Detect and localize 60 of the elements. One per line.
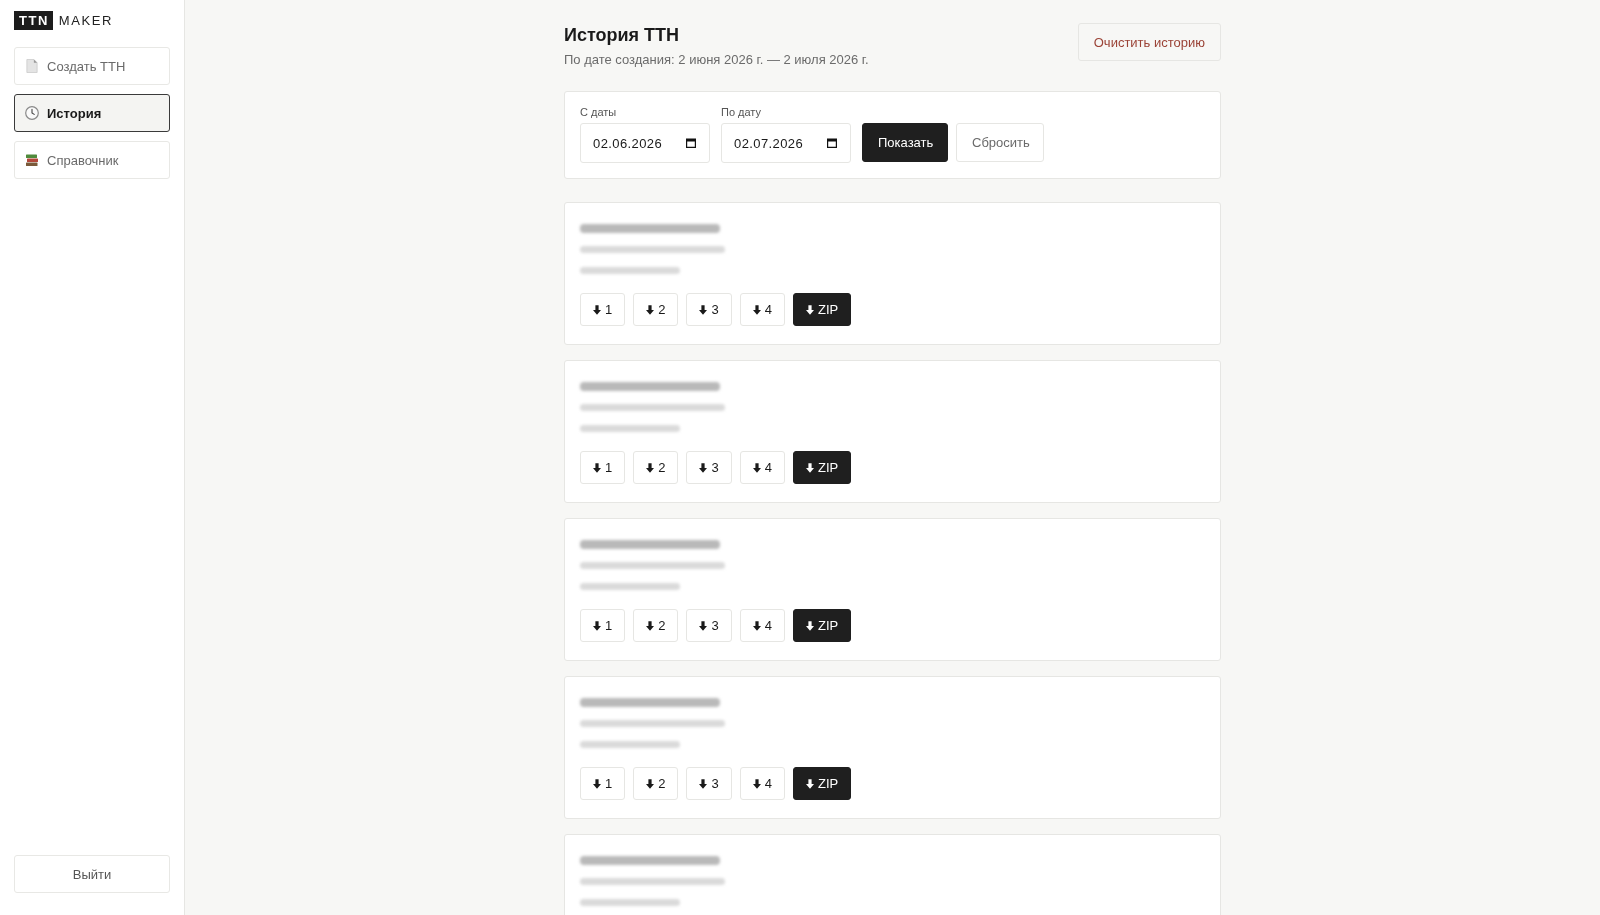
download-icon xyxy=(805,620,814,631)
books-icon xyxy=(25,153,39,167)
download-icon xyxy=(752,462,761,473)
date-field[interactable]: 02.07.2026 xyxy=(721,123,851,163)
download-button[interactable]: 3 xyxy=(686,609,732,642)
download-button[interactable]: 2 xyxy=(633,609,679,642)
document-icon xyxy=(25,59,39,73)
download-button[interactable]: 3 xyxy=(686,451,732,484)
download-icon xyxy=(646,462,655,473)
download-icon xyxy=(805,462,814,473)
page-title: История ТТН xyxy=(564,24,681,46)
calendar-icon xyxy=(685,137,697,149)
download-button[interactable]: 1 xyxy=(580,609,626,642)
download-button[interactable]: ZIP xyxy=(792,767,852,800)
download-icon xyxy=(593,620,601,631)
date-range-text: По дате создания: 2 июня 2026 г. — 2 июля 2026 г. xyxy=(564,52,869,68)
download-button[interactable]: 1 xyxy=(580,293,626,326)
calendar-icon xyxy=(826,137,838,149)
download-button[interactable]: 4 xyxy=(739,767,785,800)
reset-button[interactable]: Сбросить xyxy=(956,123,1044,162)
clear-history-button[interactable]: Очистить историю xyxy=(1077,23,1221,61)
nav-item[interactable]: История xyxy=(14,94,170,132)
nav-item[interactable]: Справочник xyxy=(14,141,170,179)
download-icon xyxy=(646,778,655,789)
download-icon xyxy=(699,304,708,315)
download-button[interactable]: ZIP xyxy=(792,609,852,642)
download-button[interactable]: ZIP xyxy=(792,451,852,484)
download-icon xyxy=(646,620,655,631)
nav-item[interactable]: Создать ТТН xyxy=(14,47,170,85)
download-icon xyxy=(699,778,708,789)
download-icon xyxy=(646,304,655,315)
download-icon xyxy=(593,462,601,473)
clock-icon xyxy=(25,106,39,120)
download-icon xyxy=(805,304,814,315)
download-icon xyxy=(752,778,761,789)
download-button[interactable]: 2 xyxy=(633,767,679,800)
download-button[interactable]: 4 xyxy=(739,609,785,642)
download-icon xyxy=(699,462,708,473)
download-icon xyxy=(752,304,761,315)
logout-button[interactable]: Выйти xyxy=(14,855,170,893)
download-button[interactable]: ZIP xyxy=(792,293,852,326)
date-field[interactable]: 02.06.2026 xyxy=(580,123,710,163)
download-button[interactable]: 1 xyxy=(580,767,626,800)
download-button[interactable]: 3 xyxy=(686,767,732,800)
download-button[interactable]: 4 xyxy=(739,451,785,484)
download-icon xyxy=(752,620,761,631)
logo-mark: TTN xyxy=(14,11,53,30)
download-button[interactable]: 2 xyxy=(633,293,679,326)
download-icon xyxy=(593,304,601,315)
field-label: С даты xyxy=(580,106,618,119)
download-icon xyxy=(805,778,814,789)
download-icon xyxy=(593,778,601,789)
show-button[interactable]: Показать xyxy=(862,123,948,162)
logo-text: MAKER xyxy=(58,13,113,28)
download-icon xyxy=(699,620,708,631)
download-button[interactable]: 2 xyxy=(633,451,679,484)
download-button[interactable]: 1 xyxy=(580,451,626,484)
field-label: По дату xyxy=(721,106,763,119)
download-button[interactable]: 3 xyxy=(686,293,732,326)
download-button[interactable]: 4 xyxy=(739,293,785,326)
